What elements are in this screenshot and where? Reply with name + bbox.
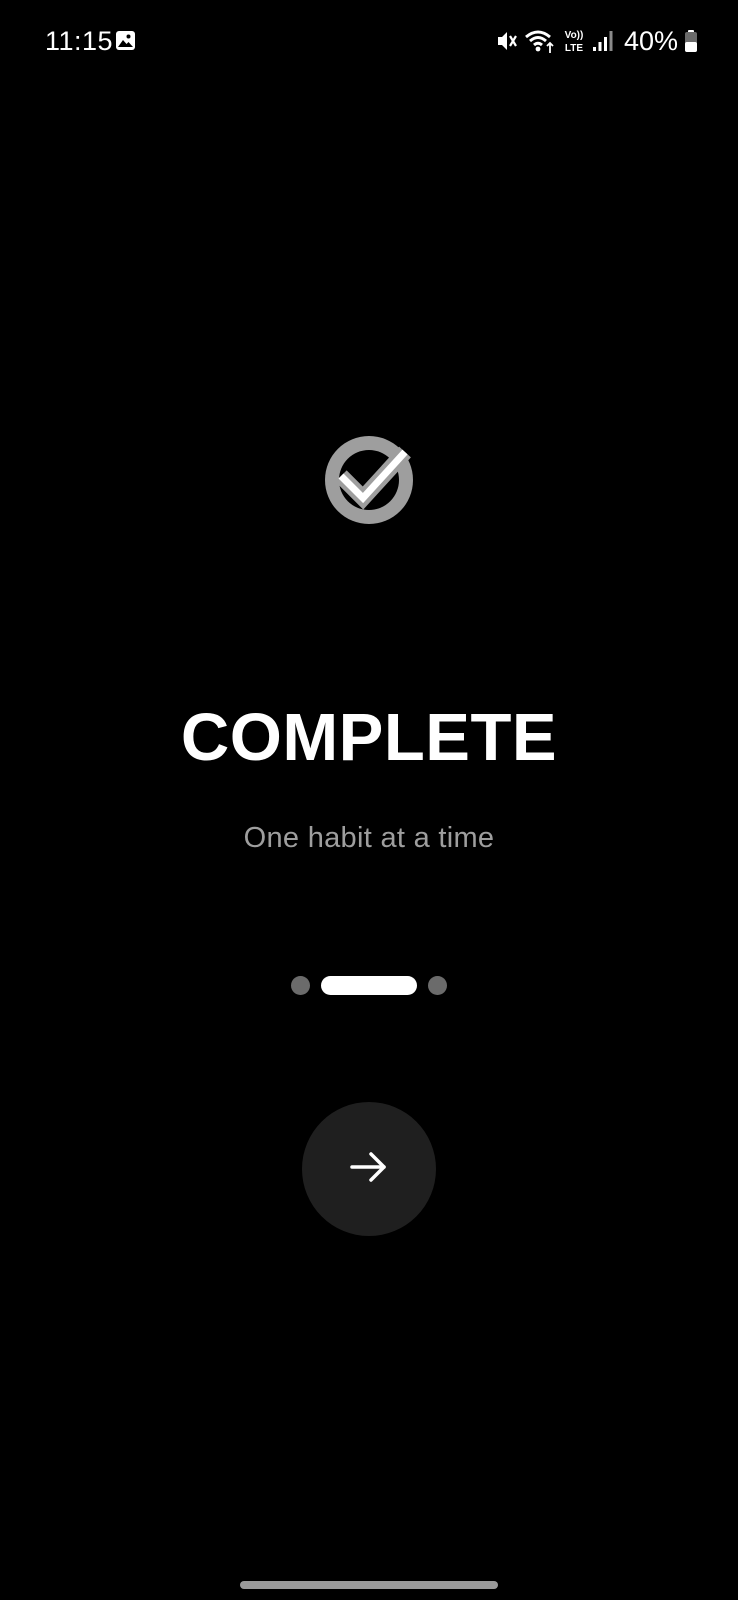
volte-icon: Vo)) LTE [562,27,586,55]
svg-text:LTE: LTE [565,43,583,54]
app-title: COMPLETE [180,700,558,775]
status-time: 11:15 [45,26,114,56]
signal-icon [592,29,614,53]
next-button[interactable] [302,1102,436,1236]
page-dot-3[interactable] [428,976,447,995]
status-bar: 11:15 Vo)) LTE 40% [0,0,738,84]
check-circle-icon [325,436,413,524]
page-dot-2-active[interactable] [321,976,417,995]
svg-text:Vo)): Vo)) [565,30,584,41]
page-dot-1[interactable] [291,976,310,995]
image-icon [115,30,136,51]
status-icons: Vo)) LTE 40% [494,24,698,58]
tagline: One habit at a time [243,822,495,854]
gesture-navigation-bar[interactable] [240,1581,498,1589]
vibrate-mute-icon [494,28,518,54]
battery-percent: 40% [623,25,678,56]
wifi-icon [524,27,556,55]
page-indicator [0,976,738,995]
battery-icon [684,29,698,53]
arrow-right-icon [347,1145,391,1194]
